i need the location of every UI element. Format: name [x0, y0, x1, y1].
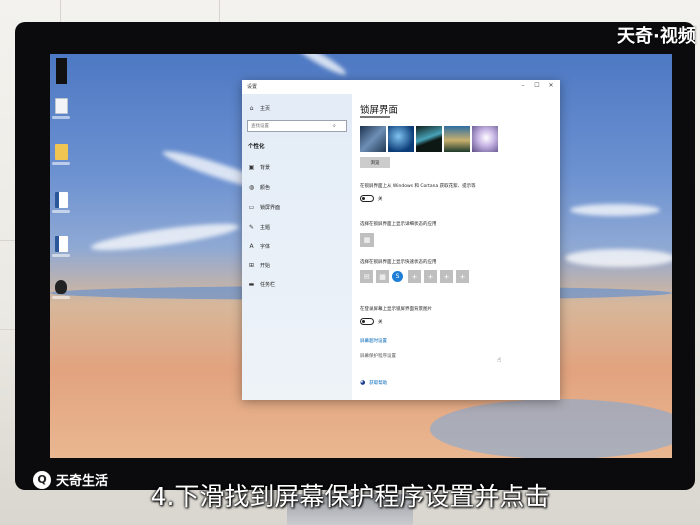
help-icon: ◕ — [360, 379, 366, 386]
skype-icon: S — [395, 273, 400, 280]
quick-status-app-skype[interactable]: S — [392, 271, 403, 282]
quick-status-add-button[interactable]: + — [456, 270, 469, 283]
detailed-status-label: 选择在锁屏界面上显示详细状态的应用 — [360, 222, 437, 227]
lock-screen-icon: ▭ — [248, 203, 255, 211]
taskbar-icon: ▬ — [248, 280, 255, 288]
wallpaper-cloud — [570, 204, 660, 216]
sidebar-item-label: 任务栏 — [260, 281, 276, 288]
wallpaper-thumbnail[interactable] — [416, 126, 442, 152]
sidebar-item-label: 背景 — [260, 164, 271, 171]
wallpaper-thumbnail[interactable] — [388, 126, 414, 152]
video-subtitle: 4.下滑找到屏幕保护程序设置并点击 — [150, 482, 550, 511]
help-label: 获取帮助 — [369, 380, 388, 386]
title-bar[interactable]: 设置 – ☐ ✕ — [242, 80, 560, 94]
sidebar-item-label: 主页 — [260, 105, 271, 112]
sidebar-item-label: 开始 — [260, 262, 271, 269]
sidebar-item-label: 颜色 — [260, 184, 271, 191]
sidebar-item-colors[interactable]: ◍ 颜色 — [248, 182, 270, 192]
sidebar-item-lock-screen[interactable]: ▭ 锁屏界面 — [248, 202, 280, 212]
wallpaper-cloud — [565, 249, 672, 267]
sidebar-item-fonts[interactable]: A 字体 — [248, 241, 270, 251]
cortana-tips-toggle[interactable] — [360, 195, 374, 202]
watermark-top-right: 天奇·视频 — [617, 26, 696, 47]
sidebar-item-background[interactable]: ▣ 背景 — [248, 162, 270, 172]
quick-status-app-mail[interactable]: ✉ — [360, 270, 373, 283]
section-heading: 个性化 — [248, 144, 265, 150]
sidebar-item-label: 字体 — [260, 243, 271, 250]
brush-icon: ✎ — [248, 223, 255, 231]
wallpaper-thumbnail[interactable] — [360, 126, 386, 152]
sidebar-item-taskbar[interactable]: ▬ 任务栏 — [248, 279, 275, 289]
cortana-tips-label: 在锁屏界面上从 Windows 和 Cortana 获取花絮、提示等 — [360, 184, 476, 189]
image-icon: ▣ — [248, 163, 255, 171]
settings-sidebar: ⌂ 主页 ⌕ 个性化 ▣ 背景 ◍ 颜色 ▭ 锁屏界面 ✎ 主题 A 字体 ⊞ — [242, 94, 352, 400]
start-icon: ⊞ — [248, 261, 255, 269]
sidebar-item-themes[interactable]: ✎ 主题 — [248, 222, 270, 232]
search-icon[interactable]: ⌕ — [333, 123, 336, 129]
quick-status-add-button[interactable]: + — [424, 270, 437, 283]
desktop-file-icon[interactable] — [52, 98, 70, 119]
wallpaper-wave — [430, 399, 672, 458]
calendar-icon: ▦ — [379, 272, 386, 281]
toggle-state-label: 关 — [378, 320, 383, 325]
window-title: 设置 — [247, 84, 258, 90]
desktop-qq-icon[interactable] — [52, 280, 70, 299]
search-input[interactable] — [248, 121, 333, 131]
hand-cursor-icon: ☝ — [497, 356, 502, 364]
desktop-word-doc-icon[interactable] — [52, 192, 70, 213]
home-icon: ⌂ — [249, 104, 254, 112]
wallpaper-thumbnail[interactable] — [472, 126, 498, 152]
mail-icon: ✉ — [363, 272, 370, 281]
get-help-link[interactable]: ◕ 获取帮助 — [360, 379, 387, 386]
quick-status-app-calendar[interactable]: ▦ — [376, 270, 389, 283]
toggle-state-label: 关 — [378, 197, 383, 202]
lock-screen-page: 锁屏界面 浏览 在锁屏界面上从 Windows 和 Cortana 获取花絮、提… — [352, 94, 560, 400]
settings-search[interactable]: ⌕ — [247, 120, 347, 132]
browse-button[interactable]: 浏览 — [360, 157, 390, 168]
preview-caption — [360, 116, 390, 118]
font-icon: A — [249, 242, 254, 250]
close-button[interactable]: ✕ — [544, 82, 558, 89]
signin-background-label: 在登录屏幕上显示锁屏界面背景图片 — [360, 307, 432, 312]
plus-icon: + — [411, 272, 418, 281]
wallpaper-thumbnail[interactable] — [444, 126, 470, 152]
sidebar-item-home[interactable]: ⌂ 主页 — [248, 103, 270, 113]
page-title: 锁屏界面 — [360, 105, 399, 116]
desktop-taskbar — [56, 58, 67, 84]
signin-background-toggle[interactable] — [360, 318, 374, 325]
minimize-button[interactable]: – — [516, 82, 530, 89]
wallpaper-cloud — [89, 218, 241, 256]
quick-status-add-button[interactable]: + — [440, 270, 453, 283]
detailed-status-app-button[interactable]: ▦ — [360, 233, 374, 247]
plus-icon: + — [427, 272, 434, 281]
wallpaper-cloud — [291, 54, 349, 79]
palette-icon: ◍ — [248, 183, 255, 191]
sidebar-item-label: 主题 — [260, 224, 271, 231]
screen-timeout-link[interactable]: 屏幕超时设置 — [360, 338, 387, 344]
plus-icon: + — [459, 272, 466, 281]
sidebar-item-start[interactable]: ⊞ 开始 — [248, 260, 270, 270]
desktop-folder-icon[interactable] — [52, 144, 70, 165]
sidebar-item-label: 锁屏界面 — [260, 204, 281, 211]
settings-window: 设置 – ☐ ✕ ⌂ 主页 ⌕ 个性化 ▣ 背景 ◍ 颜色 ▭ 锁屏界面 ✎ 主… — [242, 80, 560, 400]
screensaver-settings-link[interactable]: 屏幕保护程序设置 — [360, 353, 396, 359]
desktop-word-doc-icon[interactable] — [52, 236, 70, 257]
calendar-icon: ▦ — [363, 236, 371, 244]
maximize-button[interactable]: ☐ — [530, 82, 544, 89]
plus-icon: + — [443, 272, 450, 281]
quick-status-add-button[interactable]: + — [408, 270, 421, 283]
quick-status-label: 选择在锁屏界面上显示快速状态的应用 — [360, 260, 437, 265]
